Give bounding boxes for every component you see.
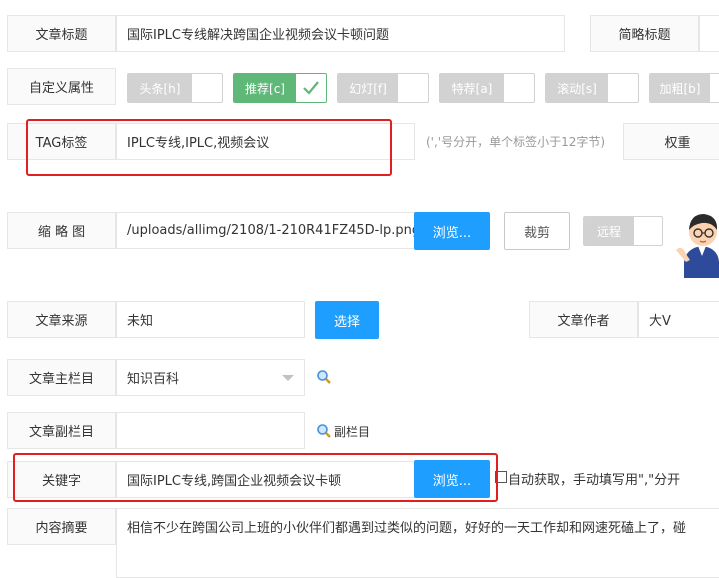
switch-bold-label: 加粗[b] — [650, 74, 710, 102]
switch-special-label: 特荐[a] — [440, 74, 504, 102]
search-icon[interactable] — [316, 369, 332, 385]
tag-hint: (','号分开，单个标签小于12字节) — [426, 135, 606, 149]
switch-scroll[interactable]: 滚动[s] — [545, 73, 639, 103]
thumb-input[interactable]: /uploads/allimg/2108/1-210R41FZ45D-lp.pn… — [116, 212, 415, 249]
switch-recommend[interactable]: 推荐[c] — [233, 73, 327, 103]
keywords-highlight-box — [13, 453, 498, 502]
attr-label: 自定义属性 — [7, 68, 116, 105]
switch-remote-label: 远程 — [584, 217, 634, 245]
switch-headline-label: 头条[h] — [128, 74, 192, 102]
switch-headline[interactable]: 头条[h] — [127, 73, 223, 103]
switch-recommend-label: 推荐[c] — [234, 74, 296, 102]
thumb-label: 缩 略 图 — [7, 212, 116, 249]
author-input[interactable]: 大V — [638, 301, 719, 338]
switch-slide[interactable]: 幻灯[f] — [337, 73, 429, 103]
main-column-select[interactable]: 知识百科 — [116, 359, 305, 396]
switch-bold[interactable]: 加粗[b] — [649, 73, 719, 103]
switch-scroll-label: 滚动[s] — [546, 74, 608, 102]
switch-special[interactable]: 特荐[a] — [439, 73, 535, 103]
source-select-button[interactable]: 选择 — [315, 301, 379, 339]
auto-keywords-label: 自动获取，手动填写用","分开 — [508, 472, 681, 488]
thumb-browse-button[interactable]: 浏览... — [414, 212, 490, 250]
sub-column-link[interactable]: 副栏目 — [316, 422, 376, 440]
title-label: 文章标题 — [7, 15, 116, 52]
cartoon-avatar — [676, 200, 719, 278]
search-icon — [316, 423, 332, 439]
title-input[interactable]: 国际IPLC专线解决跨国企业视频会议卡顿问题 — [116, 15, 565, 52]
short-title-input[interactable] — [699, 15, 719, 52]
check-icon — [296, 74, 326, 102]
source-input[interactable]: 未知 — [116, 301, 305, 338]
summary-textarea[interactable]: 相信不少在跨国公司上班的小伙伴们都遇到过类似的问题，好好的一天工作却和网速死磕上… — [116, 508, 719, 578]
switch-remote[interactable]: 远程 — [583, 216, 663, 246]
source-label: 文章来源 — [7, 301, 116, 338]
switch-slide-label: 幻灯[f] — [338, 74, 398, 102]
crop-button[interactable]: 裁剪 — [504, 212, 570, 250]
sub-column-input[interactable] — [116, 412, 305, 449]
short-title-label: 简略标题 — [590, 15, 699, 52]
author-label: 文章作者 — [529, 301, 638, 338]
dropdown-arrow-icon — [282, 374, 294, 381]
summary-label: 内容摘要 — [7, 508, 116, 545]
sub-column-link-label: 副栏目 — [334, 424, 371, 439]
sub-column-label: 文章副栏目 — [7, 412, 116, 449]
weight-label: 权重 — [623, 123, 719, 160]
main-column-label: 文章主栏目 — [7, 359, 116, 396]
tag-highlight-box — [26, 119, 392, 176]
